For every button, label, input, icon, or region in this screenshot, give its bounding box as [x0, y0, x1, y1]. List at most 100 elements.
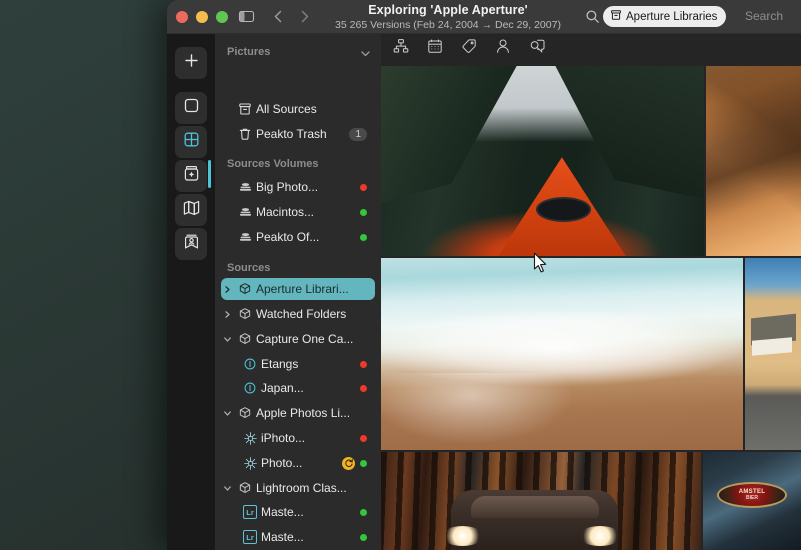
- sidebar-item-lightroom-classic[interactable]: Lightroom Clas...: [221, 477, 375, 499]
- photo-kayak-fjord[interactable]: [381, 66, 704, 256]
- photo-sand-dunes[interactable]: [706, 66, 801, 256]
- photos-icon: [239, 456, 261, 471]
- sidebar-item-etangs[interactable]: Etangs: [221, 353, 375, 375]
- traffic-lights: [176, 11, 228, 23]
- drive-icon: [234, 230, 256, 245]
- status-dot: [360, 459, 367, 467]
- sidebar-item-label: Maste...: [261, 505, 304, 519]
- status-dot: [360, 233, 367, 241]
- cube-icon: [234, 481, 256, 495]
- drive-icon: [234, 180, 256, 195]
- status-dot: [360, 208, 367, 216]
- chevron-down-icon[interactable]: [221, 409, 234, 418]
- window-subtitle: 35 265 Versions (Feb 24, 2004 → Dec 29, …: [335, 19, 561, 31]
- forward-button[interactable]: [295, 7, 314, 31]
- sidebar-item-watched-folders[interactable]: Watched Folders: [221, 303, 375, 325]
- sidebar-item-photos[interactable]: Photo...: [221, 452, 375, 474]
- sidebar-item-label: Capture One Ca...: [256, 332, 354, 346]
- map-icon: [182, 198, 201, 222]
- sidebar-item-label: Big Photo...: [256, 180, 319, 194]
- chevron-right-icon[interactable]: [221, 310, 234, 319]
- magic-box-button[interactable]: [175, 160, 207, 192]
- title-bar: Exploring 'Apple Aperture' 35 265 Versio…: [167, 0, 801, 34]
- back-button[interactable]: [269, 7, 288, 31]
- tag-button[interactable]: [461, 38, 477, 59]
- sidebar-item-iphoto[interactable]: iPhoto...: [221, 427, 375, 449]
- trash-count-badge: 1: [349, 127, 367, 141]
- sidebar-item-label: Japan...: [261, 381, 304, 395]
- sidebar-item-peakto-trash[interactable]: Peakto Trash 1: [221, 123, 375, 145]
- add-button[interactable]: [175, 47, 207, 79]
- sidebar-item-all-sources[interactable]: All Sources: [221, 98, 375, 120]
- status-dot: [360, 434, 367, 442]
- status-dot: [360, 533, 367, 541]
- content-area: AMSTEL BIER: [381, 34, 801, 550]
- sidebar-item-master-2[interactable]: Lr Maste...: [221, 526, 375, 548]
- zoom-button[interactable]: [216, 11, 228, 23]
- archive-box-icon: [234, 102, 256, 116]
- kayak-hatch: [536, 197, 591, 222]
- drive-icon: [234, 205, 256, 220]
- sidebar-section-pictures-title: Pictures: [227, 46, 271, 58]
- calendar-button[interactable]: [427, 38, 443, 59]
- photos-icon: [239, 431, 261, 446]
- sync-badge-icon: [342, 456, 355, 470]
- cube-icon: [234, 406, 256, 420]
- grid-icon: [182, 130, 201, 154]
- chevron-right-icon[interactable]: [221, 285, 234, 294]
- status-dot: [360, 508, 367, 516]
- sidebar-toggle-icon[interactable]: [237, 7, 256, 31]
- car-headlight-left: [441, 526, 484, 546]
- photo-amstel-sign[interactable]: AMSTEL BIER: [703, 452, 801, 550]
- people-button[interactable]: [495, 38, 511, 59]
- minimize-button[interactable]: [196, 11, 208, 23]
- search-icon: [585, 9, 600, 29]
- chevron-down-icon[interactable]: [360, 46, 371, 64]
- search-input[interactable]: Search: [745, 9, 783, 23]
- sidebar-item-label: Apple Photos Li...: [256, 406, 351, 420]
- chevron-down-icon[interactable]: [221, 335, 234, 344]
- sidebar-item-japan[interactable]: Japan...: [221, 377, 375, 399]
- photo-tan-building[interactable]: [745, 258, 801, 450]
- status-dot: [360, 360, 367, 368]
- sidebar[interactable]: Pictures All Sources Peakto Trash 1 Sour…: [215, 34, 381, 550]
- content-toolbar: [381, 34, 801, 62]
- photo-beach-surf[interactable]: [381, 258, 743, 450]
- sidebar-item-aperture-libraries[interactable]: Aperture Librari...: [221, 278, 375, 300]
- close-button[interactable]: [176, 11, 188, 23]
- sidebar-item-macintosh[interactable]: Macintos...: [221, 201, 375, 223]
- search-comment-button[interactable]: [529, 38, 546, 59]
- sidebar-item-label: All Sources: [256, 102, 317, 116]
- cube-icon: [234, 307, 256, 321]
- people-view-button[interactable]: [175, 228, 207, 260]
- window-title: Exploring 'Apple Aperture': [368, 3, 528, 17]
- sidebar-item-label: Lightroom Clas...: [256, 481, 347, 495]
- sidebar-item-peakto-office[interactable]: Peakto Of...: [221, 226, 375, 248]
- sidebar-item-capture-one-catalogs[interactable]: Capture One Ca...: [221, 328, 375, 350]
- status-dot: [360, 384, 367, 392]
- capture-one-icon: [239, 357, 261, 371]
- chevron-down-icon[interactable]: [221, 484, 234, 493]
- search-scope-chip[interactable]: Aperture Libraries: [603, 6, 727, 27]
- plus-icon: [183, 52, 200, 74]
- cube-icon: [234, 332, 256, 346]
- person-card-icon: [182, 232, 201, 256]
- sign-text-bottom: BIER: [744, 495, 760, 501]
- sidebar-item-label: Maste...: [261, 530, 304, 544]
- sidebar-section-sources-title: Sources: [227, 262, 271, 274]
- grid-view-button[interactable]: [175, 126, 207, 158]
- sidebar-item-label: iPhoto...: [261, 431, 306, 445]
- sidebar-item-master-1[interactable]: Lr Maste...: [221, 501, 375, 523]
- hierarchy-button[interactable]: [393, 38, 409, 59]
- sidebar-item-apple-photos-libraries[interactable]: Apple Photos Li...: [221, 402, 375, 424]
- car-windshield: [470, 496, 599, 518]
- single-view-button[interactable]: [175, 92, 207, 124]
- lightroom-icon: Lr: [243, 530, 257, 544]
- sidebar-item-label: Peakto Trash: [256, 127, 327, 141]
- icon-rail: [167, 34, 215, 550]
- photo-classic-car-forest[interactable]: [381, 452, 701, 550]
- status-dot: [360, 183, 367, 191]
- sidebar-item-label: Photo...: [261, 456, 303, 470]
- map-view-button[interactable]: [175, 194, 207, 226]
- sidebar-item-big-photo[interactable]: Big Photo...: [221, 176, 375, 198]
